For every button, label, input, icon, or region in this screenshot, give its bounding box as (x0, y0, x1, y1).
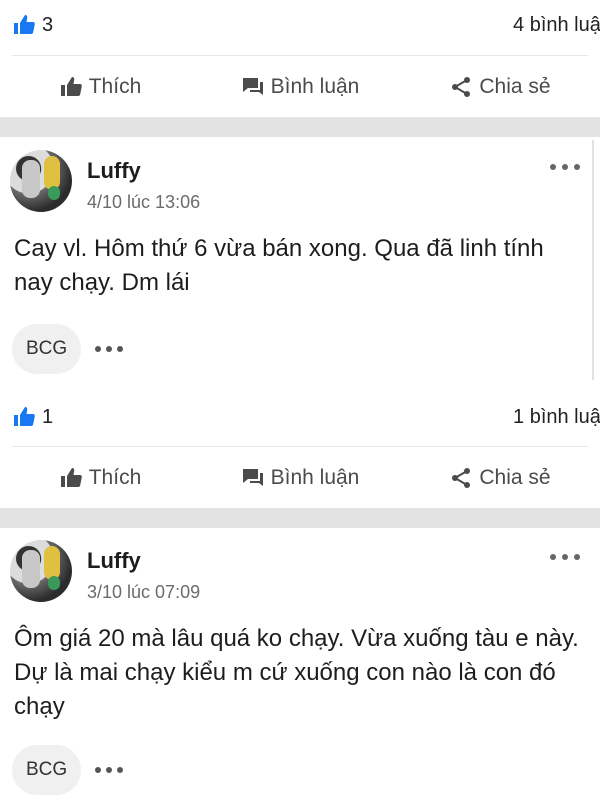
action-bar: Thích Bình luận Chia sẻ (0, 448, 600, 508)
speech-bubble-icon (242, 469, 263, 486)
share-icon (452, 77, 471, 97)
thumbs-up-icon (60, 468, 82, 487)
likes-count[interactable]: 1 (12, 405, 53, 429)
post-header: Luffy 3/10 lúc 07:09 (0, 540, 600, 620)
stock-tag[interactable]: BCG (12, 745, 82, 795)
post-timestamp[interactable]: 4/10 lúc 13:06 (87, 192, 200, 213)
more-horizontal-icon[interactable] (550, 162, 580, 172)
speech-bubble-icon (242, 78, 263, 95)
comment-button[interactable]: Bình luận (200, 466, 400, 490)
action-bar: Thích Bình luận Chia sẻ (0, 57, 600, 117)
like-button[interactable]: Thích (0, 75, 200, 99)
tag-row: BCG (12, 324, 124, 374)
tag-row: BCG (12, 745, 124, 795)
more-horizontal-icon[interactable] (550, 552, 580, 562)
share-button[interactable]: Chia sẻ (400, 466, 600, 490)
share-label: Chia sẻ (479, 466, 551, 489)
post-text: Cay vl. Hôm thứ 6 vừa bán xong. Qua đã l… (14, 235, 544, 296)
post-text: Ôm giá 20 mà lâu quá ko chạy. Vừa xuống … (14, 625, 579, 720)
like-button[interactable]: Thích (0, 466, 200, 490)
more-tags-icon[interactable] (95, 767, 124, 773)
comment-button[interactable]: Bình luận (200, 75, 400, 99)
comments-count[interactable]: 1 bình luận (513, 406, 600, 429)
thumbs-up-icon (14, 407, 35, 426)
likes-number: 3 (42, 13, 54, 36)
share-label: Chia sẻ (479, 75, 551, 98)
share-button[interactable]: Chia sẻ (400, 75, 600, 99)
avatar[interactable] (10, 150, 72, 212)
comment-label: Bình luận (270, 75, 360, 98)
separator-line (12, 55, 588, 56)
thumbs-up-icon (14, 15, 35, 34)
post-header: Luffy 4/10 lúc 13:06 (0, 150, 600, 230)
comments-count[interactable]: 4 bình luận (513, 14, 600, 37)
share-icon (452, 468, 471, 488)
stock-tag[interactable]: BCG (12, 324, 82, 374)
thumbs-up-icon (60, 77, 82, 96)
post-timestamp[interactable]: 3/10 lúc 07:09 (87, 582, 200, 603)
separator-line (12, 446, 588, 447)
post-stats-row: 3 4 bình luận (0, 0, 600, 50)
post-divider (0, 508, 600, 528)
post-stats-row: 1 1 bình luận (0, 392, 600, 442)
avatar[interactable] (10, 540, 72, 602)
more-tags-icon[interactable] (95, 346, 124, 352)
likes-number: 1 (42, 405, 54, 428)
post-divider (0, 117, 600, 137)
like-label: Thích (88, 75, 142, 98)
author-name[interactable]: Luffy (87, 158, 141, 184)
comment-label: Bình luận (270, 466, 360, 489)
like-label: Thích (88, 466, 142, 489)
author-name[interactable]: Luffy (87, 548, 141, 574)
likes-count[interactable]: 3 (12, 13, 53, 37)
